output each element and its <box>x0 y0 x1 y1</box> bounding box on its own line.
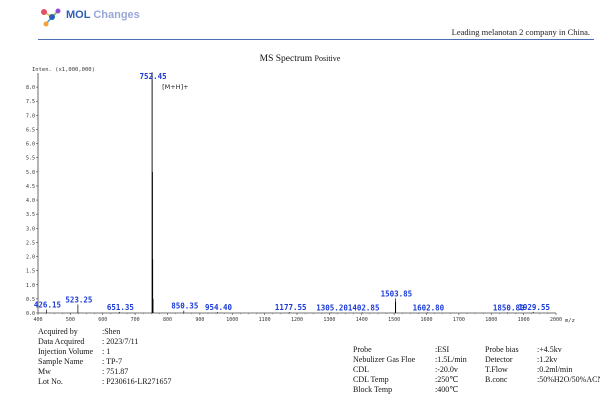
sample-info-row: Mw : 751.87 <box>38 367 268 377</box>
instrument-param-value: :50%H2O/50%ACN <box>537 375 600 384</box>
y-tick-label: 5.0 <box>26 170 35 176</box>
instrument-param-value: :ESI <box>435 345 450 354</box>
sample-info-row: Sample Name : TP-7 <box>38 357 268 367</box>
x-tick-label: 1200 <box>291 317 303 323</box>
peak-label: 1402.85 <box>348 303 380 312</box>
x-tick-label: 600 <box>98 317 107 323</box>
x-tick-label: 1400 <box>356 317 368 323</box>
sample-info-value: : 1 <box>102 347 111 356</box>
sample-info-value: : P230616-LR271657 <box>102 377 172 386</box>
chart-ticks: 0.00.51.01.52.02.53.03.54.04.55.05.56.06… <box>26 85 562 323</box>
peak-label: 850.35 <box>171 302 198 311</box>
x-tick-label: 1300 <box>323 317 335 323</box>
x-tick-label: 500 <box>66 317 75 323</box>
x-axis-unit-label: m/z <box>565 318 575 324</box>
instrument-param-key: Detector <box>485 355 513 364</box>
peak-label: 1305.20 <box>316 303 348 312</box>
peak-label: 954.40 <box>205 303 233 312</box>
sample-info-value: :Shen <box>102 327 121 336</box>
sample-info-row: Data Acquired : 2023/7/11 <box>38 337 268 347</box>
sample-info-value: : 751.87 <box>102 367 129 376</box>
instrument-param-key: Nebulizer Gas Floe <box>353 355 416 364</box>
x-tick-label: 1700 <box>453 317 465 323</box>
sample-info-key: Sample Name <box>38 357 84 366</box>
instrument-param-key: CDL Temp <box>353 375 389 384</box>
instrument-param-value: :250℃ <box>435 375 459 384</box>
sample-info-row: Acquired by :Shen <box>38 327 268 337</box>
instrument-param-value: :-20.0v <box>435 365 458 374</box>
sample-info-row: Lot No. : P230616-LR271657 <box>38 377 268 387</box>
x-tick-label: 1000 <box>226 317 238 323</box>
y-tick-label: 7.5 <box>26 99 35 105</box>
instrument-param-key: Probe <box>353 345 372 354</box>
instrument-info-row: CDL Temp :250℃ B.conc :50%H2O/50%ACN <box>353 375 600 385</box>
peak-label: 1602.80 <box>413 303 445 312</box>
y-tick-label: 6.0 <box>26 142 35 148</box>
x-tick-label: 1500 <box>388 317 400 323</box>
y-tick-label: 3.5 <box>26 212 35 218</box>
instrument-info-row: CDL :-20.0v T.Flow :0.2ml/min <box>353 365 593 375</box>
peak-label: 651.35 <box>107 303 134 312</box>
y-tick-label: 2.5 <box>26 240 35 246</box>
sample-info-row: Injection Volume : 1 <box>38 347 268 357</box>
x-tick-label: 1600 <box>420 317 432 323</box>
y-tick-label: 3.0 <box>26 226 35 232</box>
peak-label: 752.45 <box>140 72 167 81</box>
sample-info-value: : TP-7 <box>102 357 123 366</box>
peak-label: 1177.55 <box>275 303 307 312</box>
x-tick-label: 1900 <box>518 317 530 323</box>
y-tick-label: 5.5 <box>26 156 35 162</box>
x-tick-label: 1800 <box>485 317 497 323</box>
sample-info-panel: Acquired by :Shen Data Acquired : 2023/7/11… <box>38 327 268 387</box>
y-tick-label: 2.0 <box>26 255 35 261</box>
chart-peak-labels: 426.15 523.25 651.35 752.45 850.35 954.40 1177… <box>34 72 550 312</box>
y-axis-label: Inten. (x1,000,000) <box>32 67 95 73</box>
x-tick-label: 400 <box>33 317 42 323</box>
instrument-param-value: :0.2ml/min <box>537 365 573 374</box>
y-tick-label: 8.0 <box>26 85 35 91</box>
y-tick-label: 4.0 <box>26 198 35 204</box>
y-tick-label: 7.0 <box>26 113 35 119</box>
sample-info-value: : 2023/7/11 <box>102 337 139 346</box>
instrument-info-row: Nebulizer Gas Floe :1.5L/min Detector :1.2k… <box>353 355 593 365</box>
x-tick-label: 1100 <box>259 317 271 323</box>
y-tick-label: 1.0 <box>26 283 35 289</box>
annotation-mh: [M+H]+ <box>162 83 188 91</box>
y-tick-label: 4.5 <box>26 184 35 190</box>
sample-info-key: Injection Volume <box>38 347 94 356</box>
y-tick-label: 6.5 <box>26 127 35 133</box>
chart-peaks <box>46 72 534 313</box>
chart-axes: Inten. (x1,000,000) m/z <box>32 67 575 324</box>
instrument-param-value: :1.2kv <box>537 355 558 364</box>
instrument-param-key: Probe bias <box>485 345 519 354</box>
x-tick-label: 700 <box>131 317 140 323</box>
instrument-info-panel: Probe:ESI Probe bias:+4.5kv Nebulizer Gas … <box>353 345 600 395</box>
peak-label: 426.15 <box>34 301 61 310</box>
peak-label: 523.25 <box>65 296 92 305</box>
peak-label: 1929.55 <box>518 303 550 312</box>
y-tick-label: 1.5 <box>26 269 35 275</box>
x-tick-label: 900 <box>195 317 204 323</box>
instrument-param-key: B.conc <box>485 375 508 384</box>
x-tick-label: 800 <box>163 317 172 323</box>
instrument-param-value: :400℃ <box>435 385 459 394</box>
sample-info-key: Acquired by <box>38 327 78 336</box>
instrument-param-key: T.Flow <box>485 365 508 374</box>
instrument-info-row: Block Temp :400℃ <box>353 385 593 395</box>
x-tick-label: 2000 <box>550 317 562 323</box>
instrument-param-value: :1.5L/min <box>435 355 467 364</box>
instrument-info-row: Probe :ESI Probe bias :+4.5kv <box>353 345 593 355</box>
peak-label: 1503.85 <box>381 289 413 298</box>
instrument-param-value: :+4.5kv <box>537 345 562 354</box>
instrument-param-key: Block Temp <box>353 385 393 394</box>
instrument-param-key: CDL <box>353 365 369 374</box>
sample-info-key: Mw <box>38 367 51 376</box>
sample-info-key: Data Acquired <box>38 337 85 346</box>
sample-info-key: Lot No. <box>38 377 63 386</box>
